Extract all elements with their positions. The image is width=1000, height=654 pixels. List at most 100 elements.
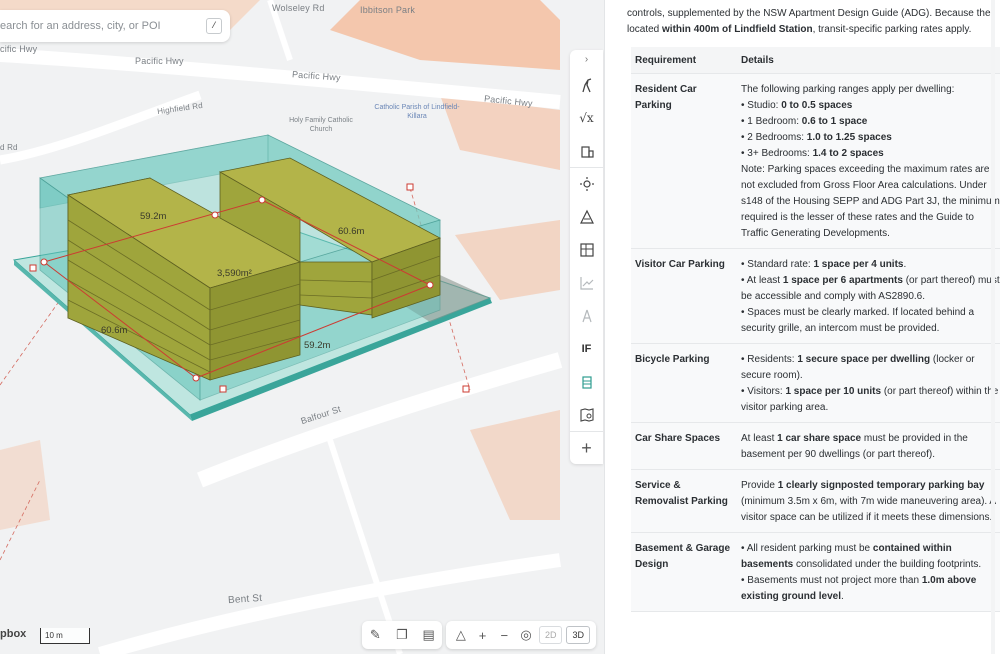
- table-row: Car Share Spaces At least 1 car share spa…: [631, 423, 1000, 470]
- detail-bold: 1 space per 10 units: [785, 386, 882, 397]
- compass-icon[interactable]: [570, 299, 603, 332]
- detail-line: • 3+ Bedrooms: 1.4 to 2 spaces: [741, 146, 1000, 162]
- intro-bold: within 400m of Lindfield Station: [662, 23, 813, 35]
- requirement-cell: Visitor Car Parking: [635, 259, 725, 270]
- detail-line: Provide 1 clearly signposted temporary p…: [741, 478, 1000, 526]
- table-row: Resident Car Parking The following parkin…: [631, 74, 1000, 249]
- scrollbar[interactable]: [991, 0, 995, 654]
- dimension-label: 60.6m: [338, 226, 365, 237]
- chart-icon[interactable]: [570, 266, 603, 299]
- detail-bold: 1.0 to 1.25 spaces: [806, 132, 892, 143]
- collapse-chevron-icon[interactable]: ›: [570, 50, 603, 68]
- draw-toolbar: ✎ ❐ ▤: [362, 621, 442, 649]
- triangle-icon[interactable]: [570, 200, 603, 233]
- detail-bold: 1 secure space per dwelling: [797, 354, 931, 365]
- detail-text: Provide: [741, 480, 778, 491]
- sun-icon[interactable]: [570, 167, 603, 200]
- formula-icon[interactable]: √x: [570, 101, 603, 134]
- details-cell: Provide 1 clearly signposted temporary p…: [741, 478, 1000, 526]
- building-icon[interactable]: [570, 134, 603, 167]
- map-canvas[interactable]: Wolseley Rd Ibbitson Park cific Hwy Paci…: [0, 0, 604, 654]
- plus-icon[interactable]: +: [570, 431, 603, 464]
- scale-bar: 10 m: [40, 628, 90, 644]
- table-row: Basement & Garage Design • All resident p…: [631, 533, 1000, 612]
- zoom-in-icon[interactable]: +: [474, 625, 492, 645]
- detail-text: (minimum 3.5m x 6m, with 7m wide maneuve…: [741, 496, 996, 523]
- dimension-label: 59.2m: [304, 340, 331, 351]
- detail-line: • Standard rate: 1 space per 4 units.: [741, 257, 1000, 273]
- intro-line: controls, supplemented by the NSW Apartm…: [627, 8, 991, 19]
- poi-label[interactable]: Catholic Parish of Lindfield-Killara: [372, 103, 462, 121]
- detail-text: • 3+ Bedrooms:: [741, 148, 813, 159]
- detail-text: • Studio:: [741, 100, 782, 111]
- detail-text: • At least: [741, 275, 783, 286]
- requirement-cell: Service & Removalist Parking: [635, 480, 728, 507]
- detail-line: • Basements must not project more than 1…: [741, 573, 1000, 605]
- detail-bold: 1 clearly signposted temporary parking b…: [777, 480, 985, 491]
- pencil-icon[interactable]: ✎: [365, 625, 385, 645]
- detail-text: • 1 Bedroom:: [741, 116, 802, 127]
- intro-text: controls, supplemented by the NSW Apartm…: [627, 6, 999, 37]
- detail-text: .: [841, 591, 844, 602]
- land-parcel: [0, 440, 50, 530]
- table-row: Bicycle Parking • Residents: 1 secure spa…: [631, 344, 1000, 423]
- detail-line: • Residents: 1 secure space per dwelling…: [741, 352, 1000, 384]
- street-label: cific Hwy: [0, 44, 38, 54]
- detail-text: • Basements must not project more than: [741, 575, 922, 586]
- street-label: d Rd: [0, 143, 18, 152]
- table-header: Requirement Details: [631, 47, 1000, 74]
- dimension-label: 59.2m: [140, 211, 167, 222]
- detail-text: Note: Parking spaces exceeding the maxim…: [741, 164, 1000, 239]
- if-label: IF: [581, 342, 592, 355]
- locate-icon[interactable]: ◎: [517, 625, 535, 645]
- detail-bold: 0.6 to 1 space: [801, 116, 868, 127]
- detail-bold: 0 to 0.5 spaces: [781, 100, 853, 111]
- detail-line: • At least 1 space per 6 apartments (or …: [741, 273, 1000, 305]
- header-requirement: Requirement: [635, 54, 697, 66]
- details-cell: • All resident parking must be contained…: [741, 541, 1000, 605]
- requirement-cell: Bicycle Parking: [635, 354, 710, 365]
- detail-text: • Spaces must be clearly marked. If loca…: [741, 307, 975, 334]
- search-input[interactable]: [0, 20, 190, 32]
- detail-line: The following parking ranges apply per d…: [741, 82, 1000, 98]
- mapbox-logo: pbox: [0, 628, 27, 640]
- detail-bold: 1 car share space: [777, 433, 862, 444]
- requirement-cell: Car Share Spaces: [635, 433, 721, 444]
- detail-text: • All resident parking must be: [741, 543, 873, 554]
- zoom-out-icon[interactable]: −: [495, 625, 513, 645]
- street-label: Ibbitson Park: [360, 5, 416, 15]
- table-row: Service & Removalist Parking Provide 1 cl…: [631, 470, 1000, 533]
- map-icon[interactable]: ▤: [419, 625, 439, 645]
- dimension-label: 60.6m: [101, 325, 128, 336]
- shortcut-key: /: [206, 18, 222, 34]
- copy-icon[interactable]: ❐: [392, 625, 412, 645]
- details-cell: At least 1 car share space must be provi…: [741, 431, 1000, 463]
- map-toolbar: › √x IF +: [570, 50, 603, 464]
- intro-text-span: located: [627, 23, 663, 35]
- detail-text: consolidated under the building footprin…: [793, 559, 982, 570]
- detail-text: .: [903, 259, 907, 270]
- requirements-table: Requirement Details Resident Car Parking…: [631, 47, 1000, 612]
- table-body: Resident Car Parking The following parkin…: [631, 74, 1000, 612]
- detail-text: • Standard rate:: [741, 259, 814, 270]
- detail-line: Note: Parking spaces exceeding the maxim…: [741, 162, 1000, 242]
- detail-text: The following parking ranges apply per d…: [741, 84, 955, 95]
- view-2d-button[interactable]: 2D: [538, 626, 563, 644]
- pitch-icon[interactable]: △: [452, 625, 470, 645]
- map-search-icon[interactable]: [570, 398, 603, 431]
- requirement-cell: Resident Car Parking: [635, 84, 697, 111]
- poi-label[interactable]: Holy Family Catholic Church: [288, 116, 354, 134]
- intro-text-span: , transit-specific parking rates apply.: [812, 23, 972, 35]
- land-parcel: [470, 410, 560, 520]
- detail-text: At least: [741, 433, 778, 444]
- grid-plan-icon[interactable]: [570, 233, 603, 266]
- if-tool[interactable]: IF: [570, 332, 603, 365]
- street-label: Wolseley Rd: [272, 3, 325, 13]
- giraffe-icon[interactable]: [570, 68, 603, 101]
- area-label: 3,590m²: [217, 268, 252, 279]
- search-bar[interactable]: /: [0, 10, 230, 42]
- requirement-cell: Basement & Garage Design: [635, 543, 731, 570]
- layers-icon[interactable]: [570, 365, 603, 398]
- view-3d-button[interactable]: 3D: [566, 626, 590, 644]
- detail-line: • Visitors: 1 space per 10 units (or par…: [741, 384, 1000, 416]
